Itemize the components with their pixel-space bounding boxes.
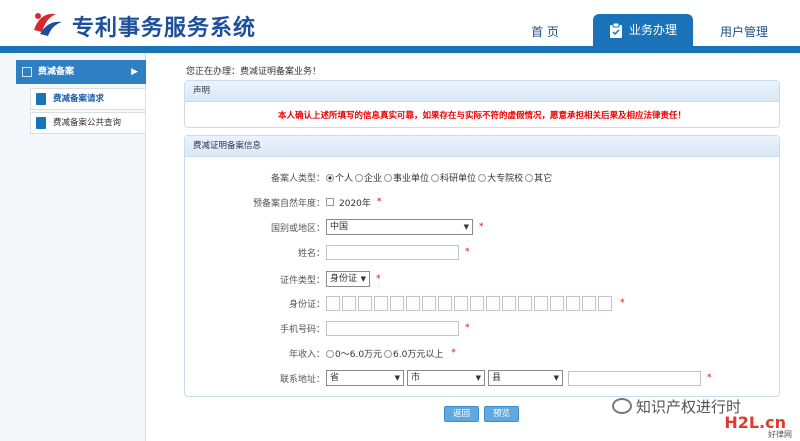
phone-row: 手机号码： *	[185, 319, 781, 337]
app-title: 专利事务服务系统	[72, 15, 257, 41]
applicant-type-radios: 个人 企业 事业单位 科研单位 大专院校 其它	[326, 168, 554, 186]
sidebar-section-fee-reduction[interactable]: 费减备案 ▶	[16, 60, 146, 84]
year-row: 预备案自然年度： 2020年 *	[185, 193, 781, 211]
address-detail-input[interactable]	[568, 370, 701, 386]
id-digit-input[interactable]	[438, 295, 452, 311]
radio-enterprise[interactable]: 企业	[355, 171, 382, 184]
applicant-type-row: 备案人类型： 个人 企业 事业单位 科研单位 大专院校 其它	[185, 168, 781, 186]
id-type-select[interactable]: 身份证 ▼	[326, 271, 370, 287]
top-bar	[0, 46, 800, 53]
country-row: 国别或地区： 中国 ▼ *	[185, 218, 781, 236]
required-mark: *	[620, 298, 625, 308]
province-select[interactable]: 省 ▼	[326, 370, 404, 386]
brand-sub: 好律网	[768, 430, 792, 439]
id-number-boxes: *	[326, 294, 625, 312]
name-row: 姓名： *	[185, 243, 781, 261]
document-icon	[36, 117, 46, 129]
required-mark: *	[479, 222, 484, 232]
name-input[interactable]	[326, 244, 459, 260]
city-select[interactable]: 市 ▼	[407, 370, 485, 386]
id-digit-input[interactable]	[550, 295, 564, 311]
id-type-row: 证件类型： 身份证 ▼ *	[185, 270, 781, 288]
phone-input[interactable]	[326, 320, 459, 336]
form-panel: 费减证明备案信息 备案人类型： 个人 企业 事业单位 科研单位 大专院校 其它 …	[184, 135, 780, 397]
year-label: 预备案自然年度：	[252, 199, 325, 209]
sidebar-item-request[interactable]: 费减备案请求	[30, 88, 146, 110]
id-digit-input[interactable]	[390, 295, 404, 311]
income-label: 年收入：	[288, 350, 325, 360]
year-checkbox[interactable]	[326, 198, 334, 206]
nav-business-label: 业务办理	[628, 23, 677, 37]
required-mark: *	[376, 197, 382, 207]
radio-other[interactable]: 其它	[525, 171, 552, 184]
id-number-row: 身份证： *	[185, 294, 781, 312]
clipboard-icon	[609, 22, 622, 38]
document-icon	[36, 93, 46, 105]
phone-label: 手机号码：	[279, 325, 325, 335]
address-label: 联系地址：	[279, 375, 325, 385]
required-mark: *	[707, 373, 712, 383]
country-label: 国别或地区：	[270, 224, 325, 234]
id-digit-input[interactable]	[566, 295, 580, 311]
radio-income-high[interactable]: 6.0万元以上	[384, 347, 443, 360]
required-mark: *	[451, 348, 456, 358]
nav-home[interactable]: 首 页	[515, 18, 575, 46]
preview-button[interactable]: 预览	[484, 406, 520, 422]
nav-user-management[interactable]: 用户管理	[705, 18, 783, 46]
id-digit-input[interactable]	[470, 295, 484, 311]
chevron-down-icon: ▼	[463, 223, 469, 231]
id-digit-input[interactable]	[374, 295, 388, 311]
id-digit-input[interactable]	[502, 295, 516, 311]
id-digit-input[interactable]	[518, 295, 532, 311]
sidebar-section-label: 费减备案	[38, 67, 75, 77]
id-digit-input[interactable]	[342, 295, 356, 311]
radio-institution[interactable]: 事业单位	[384, 171, 429, 184]
nav-business[interactable]: 业务办理	[593, 14, 693, 48]
sidebar-item-public-query[interactable]: 费减备案公共查询	[30, 112, 146, 134]
id-number-label: 身份证：	[288, 300, 325, 310]
header: 专利事务服务系统 首 页 业务办理 用户管理	[0, 0, 800, 48]
radio-individual[interactable]: 个人	[326, 171, 353, 184]
id-digit-input[interactable]	[406, 295, 420, 311]
required-mark: *	[376, 274, 381, 284]
sidebar-item-label: 费减备案公共查询	[53, 118, 122, 128]
id-digit-input[interactable]	[534, 295, 548, 311]
id-digit-input[interactable]	[358, 295, 372, 311]
chevron-down-icon: ▼	[475, 374, 481, 382]
id-digit-input[interactable]	[326, 295, 340, 311]
id-digit-input[interactable]	[486, 295, 500, 311]
sidebar-item-label: 费减备案请求	[53, 94, 105, 104]
back-button[interactable]: 返回	[444, 406, 480, 422]
statement-panel: 声明 本人确认上述所填写的信息真实可靠，如果存在与实际不符的虚假情况，愿意承担相…	[184, 80, 780, 128]
required-mark: *	[465, 323, 470, 333]
required-mark: *	[465, 247, 470, 257]
chevron-down-icon: ▼	[360, 275, 366, 283]
county-select[interactable]: 县 ▼	[488, 370, 563, 386]
logo-icon	[34, 13, 62, 36]
statement-title: 声明	[185, 81, 779, 102]
chevron-right-icon: ▶	[131, 67, 138, 77]
sidebar: 费减备案 ▶ 费减备案请求 费减备案公共查询	[0, 53, 146, 441]
country-select[interactable]: 中国 ▼	[326, 219, 473, 235]
id-digit-input[interactable]	[422, 295, 436, 311]
radio-income-low[interactable]: 0～6.0万元	[326, 347, 382, 360]
chevron-down-icon: ▼	[553, 374, 559, 382]
year-value: 2020年	[339, 198, 371, 209]
id-type-label: 证件类型：	[279, 276, 325, 286]
statement-text: 本人确认上述所填写的信息真实可靠，如果存在与实际不符的虚假情况，愿意承担相关后果…	[277, 111, 686, 121]
wechat-icon	[612, 398, 632, 414]
address-row: 联系地址： 省 ▼ 市 ▼ 县 ▼ *	[185, 369, 781, 387]
id-digit-input[interactable]	[598, 295, 612, 311]
name-label: 姓名：	[297, 249, 325, 259]
applicant-type-label: 备案人类型：	[270, 174, 325, 184]
id-digit-input[interactable]	[582, 295, 596, 311]
income-row: 年收入： 0～6.0万元 6.0万元以上 *	[185, 344, 781, 362]
breadcrumb: 您正在办理：费减证明备案业务！	[186, 67, 322, 77]
section-icon	[22, 67, 32, 77]
chevron-down-icon: ▼	[394, 374, 400, 382]
id-digit-input[interactable]	[454, 295, 468, 311]
form-title: 费减证明备案信息	[185, 136, 779, 157]
radio-research[interactable]: 科研单位	[431, 171, 476, 184]
radio-college[interactable]: 大专院校	[478, 171, 523, 184]
